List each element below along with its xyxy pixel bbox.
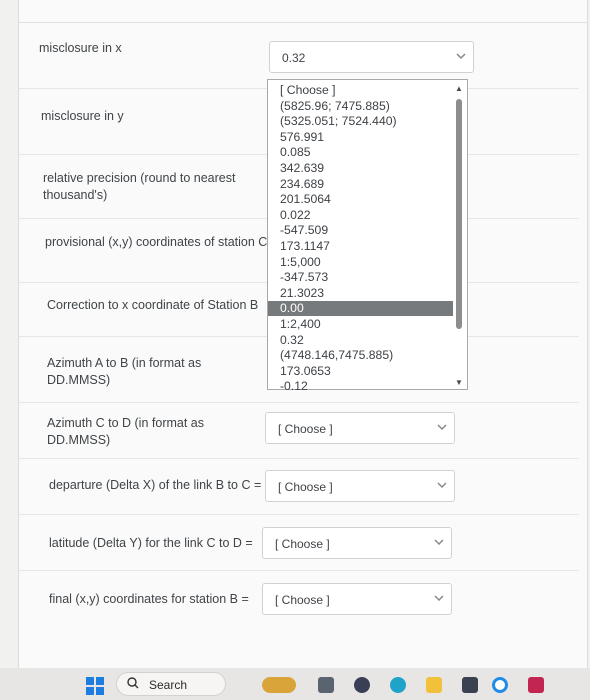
question-label: Azimuth C to D (in format as DD.MMSS) [47, 416, 204, 447]
answer-select-azimuth-c-d[interactable]: [ Choose ] [265, 412, 455, 444]
dropdown-option[interactable]: 0.32 [268, 333, 453, 348]
scrollbar-thumb[interactable] [456, 99, 462, 329]
row-divider [19, 402, 579, 403]
question-label: misclosure in y [41, 109, 124, 123]
store-icon[interactable] [462, 677, 478, 693]
top-divider [19, 22, 587, 23]
question-label: departure (Delta X) of the link B to C = [49, 478, 262, 492]
chevron-down-icon [455, 49, 467, 63]
dropdown-option[interactable]: 0.00 [268, 301, 453, 317]
dropdown-option[interactable]: 1:2,400 [268, 317, 453, 332]
chevron-down-icon [433, 591, 445, 605]
mcafee-icon[interactable] [528, 677, 544, 693]
dropdown-option[interactable]: 201.5064 [268, 192, 453, 207]
dropdown-option[interactable]: (4748.146,7475.885) [268, 348, 453, 363]
selected-value: [ Choose ] [278, 480, 333, 494]
dropdown-option[interactable]: 21.3023 [268, 286, 453, 301]
chevron-down-icon [436, 478, 448, 492]
search-icon [127, 676, 139, 693]
question-label: Azimuth A to B (in format as DD.MMSS) [47, 356, 202, 387]
dropdown-option[interactable]: 234.689 [268, 177, 453, 192]
search-label: Search [149, 678, 188, 692]
answer-select-final-coords-b[interactable]: [ Choose ] [262, 583, 452, 615]
question-label: Correction to x coordinate of Station B [47, 298, 259, 312]
row-divider [19, 570, 579, 571]
dropdown-option[interactable]: (5825.96; 7475.885) [268, 99, 453, 114]
task-view-icon[interactable] [318, 677, 334, 693]
dropdown-option[interactable]: (5325.051; 7524.440) [268, 114, 453, 129]
dropdown-option[interactable]: -0.12 [268, 379, 453, 394]
weather-widget-icon[interactable] [262, 677, 296, 693]
dropdown-scrollbar[interactable]: ▲ ▼ [453, 82, 465, 387]
chevron-down-icon [433, 535, 445, 549]
answer-select-misclosure-x[interactable]: 0.32 [269, 41, 474, 73]
chevron-down-icon [436, 420, 448, 434]
dropdown-option[interactable]: -547.509 [268, 223, 453, 238]
dropdown-option[interactable]: 0.022 [268, 208, 453, 223]
question-label: latitude (Delta Y) for the link C to D = [49, 536, 253, 550]
row-divider [19, 458, 579, 459]
dropdown-option[interactable]: -347.573 [268, 270, 453, 285]
dropdown-option[interactable]: [ Choose ] [268, 83, 453, 98]
question-label: provisional (x,y) coordinates of station… [45, 235, 268, 249]
answer-select-departure-b-c[interactable]: [ Choose ] [265, 470, 455, 502]
dropdown-option[interactable]: 342.639 [268, 161, 453, 176]
question-label: final (x,y) coordinates for station B = [49, 592, 249, 606]
taskbar: Search [0, 668, 590, 700]
dropdown-option[interactable]: 0.085 [268, 145, 453, 160]
row-divider [19, 514, 579, 515]
file-explorer-icon[interactable] [426, 677, 442, 693]
answer-select-latitude-c-d[interactable]: [ Choose ] [262, 527, 452, 559]
taskbar-search-box[interactable]: Search [116, 672, 226, 696]
scroll-up-arrow-icon[interactable]: ▲ [455, 84, 463, 93]
chat-app-icon[interactable] [354, 677, 370, 693]
edge-browser-icon[interactable] [390, 677, 406, 693]
question-label: relative precision (round to nearest tho… [43, 171, 236, 202]
selected-value: 0.32 [282, 51, 306, 65]
dropdown-option[interactable]: 576.991 [268, 130, 453, 145]
windows-start-icon[interactable] [86, 677, 104, 695]
selected-value: [ Choose ] [278, 422, 333, 436]
selected-value: [ Choose ] [275, 593, 330, 607]
dropdown-option[interactable]: 1:5,000 [268, 255, 453, 270]
question-label: misclosure in x [39, 41, 122, 55]
dropdown-option[interactable]: 173.0653 [268, 364, 453, 379]
dropdown-option[interactable]: 173.1147 [268, 239, 453, 254]
selected-value: [ Choose ] [275, 537, 330, 551]
cortana-icon[interactable] [492, 677, 508, 693]
dropdown-list[interactable]: [ Choose ] (5825.96; 7475.885) (5325.051; … [267, 79, 468, 393]
scroll-down-arrow-icon[interactable]: ▼ [455, 378, 463, 387]
